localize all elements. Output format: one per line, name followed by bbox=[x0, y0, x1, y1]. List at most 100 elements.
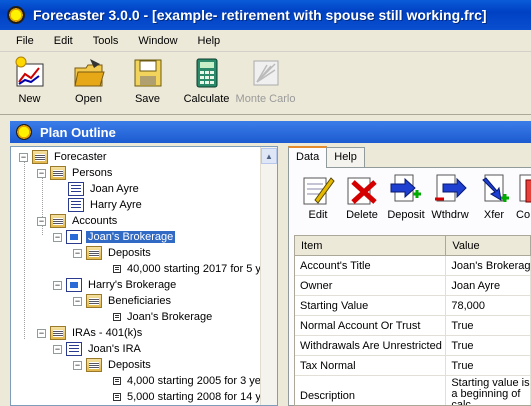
collapse-toggle[interactable]: − bbox=[73, 296, 82, 306]
row-value[interactable]: Joan's Brokerage bbox=[446, 256, 531, 275]
row-item: Owner bbox=[295, 276, 447, 295]
collapse-toggle[interactable]: − bbox=[37, 216, 46, 226]
folder-icon bbox=[50, 326, 66, 340]
tree-node-ira-deposits[interactable]: − Deposits bbox=[73, 357, 153, 373]
edit-icon bbox=[301, 172, 335, 206]
tree-label: 4,000 starting 2005 for 3 yea bbox=[127, 375, 268, 387]
detail-tabs: Data Help bbox=[288, 146, 365, 168]
menu-help[interactable]: Help bbox=[188, 35, 231, 47]
table-row[interactable]: Starting Value 78,000 bbox=[295, 296, 531, 316]
tree-node-joans-ira[interactable]: − Joan's IRA bbox=[53, 341, 143, 357]
tree-label: Forecaster bbox=[54, 151, 107, 163]
collapse-toggle[interactable]: − bbox=[73, 360, 82, 370]
tree-label: Harry's Brokerage bbox=[88, 279, 177, 291]
table-row[interactable]: Account's Title Joan's Brokerage bbox=[295, 256, 531, 276]
collapse-toggle[interactable]: − bbox=[19, 152, 28, 162]
row-value[interactable]: True bbox=[446, 336, 531, 355]
tree-label: Deposits bbox=[108, 247, 151, 259]
menu-tools[interactable]: Tools bbox=[83, 35, 129, 47]
item-icon bbox=[113, 393, 121, 401]
save-disk-icon bbox=[131, 56, 165, 90]
menu-edit[interactable]: Edit bbox=[44, 35, 83, 47]
table-row[interactable]: Withdrawals Are Unrestricted True bbox=[295, 336, 531, 356]
row-value[interactable]: True bbox=[446, 356, 531, 375]
collapse-toggle[interactable]: − bbox=[73, 248, 82, 258]
edit-label: Edit bbox=[308, 209, 328, 221]
monte-carlo-button[interactable]: Monte Carlo bbox=[236, 53, 295, 111]
collapse-toggle[interactable]: − bbox=[53, 232, 62, 242]
folder-icon bbox=[86, 358, 102, 372]
row-value[interactable]: True bbox=[446, 316, 531, 335]
tree-node-forecaster[interactable]: − Forecaster bbox=[19, 149, 109, 165]
edit-button[interactable]: Edit bbox=[296, 172, 340, 228]
tree-node-joan-ayre[interactable]: Joan Ayre bbox=[68, 181, 141, 197]
app-logo-icon bbox=[7, 6, 25, 24]
deposit-button[interactable]: Deposit bbox=[384, 172, 428, 228]
grid-header: Item Value bbox=[295, 236, 531, 256]
tree-node-beneficiary-item[interactable]: Joan's Brokerage bbox=[109, 309, 214, 325]
tree-node-ira-deposit-2[interactable]: 5,000 starting 2008 for 14 ye bbox=[109, 389, 269, 405]
transfer-icon bbox=[477, 172, 511, 206]
menu-file[interactable]: File bbox=[0, 35, 44, 47]
table-row[interactable]: Description Starting value is a beginnin… bbox=[295, 376, 531, 405]
copy-button[interactable]: Co bbox=[516, 172, 531, 228]
column-header-item[interactable]: Item bbox=[295, 236, 447, 255]
folder-icon bbox=[32, 150, 48, 164]
save-button[interactable]: Save bbox=[118, 53, 177, 111]
new-button[interactable]: New bbox=[0, 53, 59, 111]
row-item: Normal Account Or Trust bbox=[295, 316, 447, 335]
table-row[interactable]: Normal Account Or Trust True bbox=[295, 316, 531, 336]
collapse-toggle[interactable]: − bbox=[37, 168, 46, 178]
delete-icon bbox=[345, 172, 379, 206]
row-item: Withdrawals Are Unrestricted bbox=[295, 336, 447, 355]
new-label: New bbox=[18, 93, 41, 105]
scroll-up-icon[interactable]: ▲ bbox=[261, 148, 277, 164]
title-bar[interactable]: Forecaster 3.0.0 - [example- retirement … bbox=[0, 0, 531, 30]
tree-node-deposits[interactable]: − Deposits bbox=[73, 245, 153, 261]
properties-grid: Item Value Account's Title Joan's Broker… bbox=[294, 235, 531, 406]
tree-node-joans-brokerage[interactable]: − Joan's Brokerage bbox=[53, 229, 176, 245]
list-icon bbox=[68, 198, 84, 212]
plan-outline-title: Plan Outline bbox=[40, 124, 116, 140]
tree-node-harrys-brokerage[interactable]: − Harry's Brokerage bbox=[53, 277, 178, 293]
calculate-button[interactable]: Calculate bbox=[177, 53, 236, 111]
tree-node-harry-ayre[interactable]: Harry Ayre bbox=[68, 197, 144, 213]
collapse-toggle[interactable]: − bbox=[37, 328, 46, 338]
collapse-toggle[interactable]: − bbox=[53, 344, 62, 354]
tree-node-iras[interactable]: − IRAs - 401(k)s bbox=[37, 325, 144, 341]
tree-node-beneficiaries[interactable]: − Beneficiaries bbox=[73, 293, 173, 309]
row-item: Tax Normal bbox=[295, 356, 447, 375]
folder-icon bbox=[50, 166, 66, 180]
tree-node-accounts[interactable]: − Accounts bbox=[37, 213, 119, 229]
row-item: Account's Title bbox=[295, 256, 447, 275]
row-value[interactable]: 78,000 bbox=[446, 296, 531, 315]
plan-outline-tree[interactable]: − Forecaster − Persons Joan Ayre Harry A… bbox=[10, 146, 278, 406]
table-row[interactable]: Tax Normal True bbox=[295, 356, 531, 376]
column-header-value[interactable]: Value bbox=[446, 236, 531, 255]
table-row[interactable]: Owner Joan Ayre bbox=[295, 276, 531, 296]
menu-window[interactable]: Window bbox=[128, 35, 187, 47]
tree-label: Joan's IRA bbox=[88, 343, 141, 355]
tree-node-persons[interactable]: − Persons bbox=[37, 165, 114, 181]
deposit-icon bbox=[389, 172, 423, 206]
row-value[interactable]: Starting value is a beginning of calc bbox=[446, 376, 531, 405]
row-value[interactable]: Joan Ayre bbox=[446, 276, 531, 295]
withdraw-button[interactable]: Wthdrw bbox=[428, 172, 472, 228]
open-button[interactable]: Open bbox=[59, 53, 118, 111]
delete-button[interactable]: Delete bbox=[340, 172, 384, 228]
plan-outline-icon bbox=[16, 124, 32, 140]
folder-icon bbox=[50, 214, 66, 228]
deposit-label: Deposit bbox=[387, 209, 425, 221]
transfer-button[interactable]: Xfer bbox=[472, 172, 516, 228]
copy-label: Co bbox=[516, 209, 531, 221]
tab-data[interactable]: Data bbox=[288, 146, 328, 168]
tree-scrollbar[interactable]: ▲ bbox=[260, 147, 277, 405]
tab-help[interactable]: Help bbox=[326, 147, 365, 167]
collapse-toggle[interactable]: − bbox=[53, 280, 62, 290]
tree-label: Beneficiaries bbox=[108, 295, 171, 307]
delete-label: Delete bbox=[346, 209, 378, 221]
tree-node-ira-deposit-1[interactable]: 4,000 starting 2005 for 3 yea bbox=[109, 373, 269, 389]
tree-node-deposit-item[interactable]: 40,000 starting 2017 for 5 ye bbox=[109, 261, 269, 277]
menu-bar: File Edit Tools Window Help bbox=[0, 30, 531, 52]
row-item: Description bbox=[295, 376, 447, 405]
